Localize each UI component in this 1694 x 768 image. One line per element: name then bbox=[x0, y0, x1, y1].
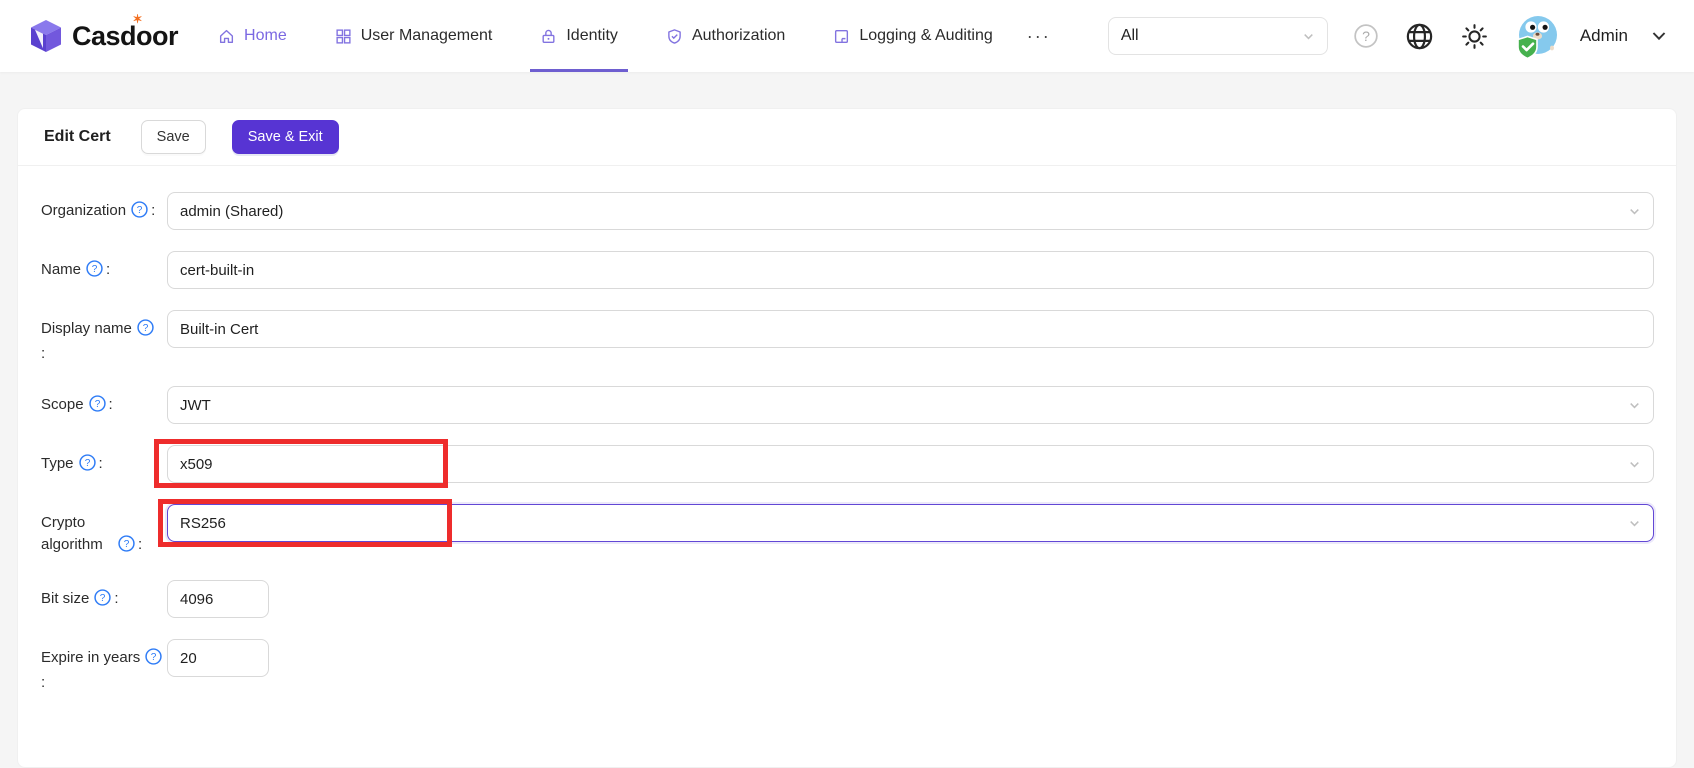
help-circle-icon[interactable]: ? bbox=[131, 201, 148, 225]
field-label-name: Name?: bbox=[41, 251, 167, 284]
help-circle-icon[interactable]: ? bbox=[94, 589, 111, 613]
home-icon bbox=[218, 28, 235, 45]
chevron-down-icon bbox=[1628, 517, 1641, 530]
field-label-scope: Scope?: bbox=[41, 386, 167, 419]
organization-filter-value: All bbox=[1121, 27, 1302, 45]
nav-overflow-ellipsis[interactable]: ··· bbox=[1017, 0, 1061, 72]
help-circle-icon[interactable]: ? bbox=[86, 260, 103, 284]
lock-icon bbox=[540, 28, 557, 45]
svg-text:?: ? bbox=[124, 539, 130, 550]
main-nav: Home User Management Identity bbox=[194, 0, 1061, 72]
help-circle-icon[interactable]: ? bbox=[137, 319, 154, 343]
field-row-type: Type?: x509 bbox=[41, 445, 1654, 483]
chevron-down-icon bbox=[1628, 458, 1641, 471]
nav-label: Home bbox=[244, 27, 287, 45]
field-row-scope: Scope?: JWT bbox=[41, 386, 1654, 424]
help-button[interactable]: ? bbox=[1353, 23, 1379, 49]
top-navbar: Casdoor ✶ Home User Management bbox=[0, 0, 1694, 72]
svg-text:?: ? bbox=[1362, 28, 1370, 44]
field-label-organization: Organization?: bbox=[41, 192, 167, 225]
field-label-expire-in-years: Expire in years?: bbox=[41, 639, 167, 694]
svg-text:?: ? bbox=[151, 652, 157, 663]
save-exit-button[interactable]: Save & Exit bbox=[232, 120, 339, 154]
card-header: Edit Cert Save Save & Exit bbox=[18, 109, 1676, 166]
save-button[interactable]: Save bbox=[141, 120, 206, 154]
expire-in-years-input[interactable] bbox=[167, 639, 269, 677]
field-label-crypto-algorithm: Crypto algorithm?: bbox=[41, 504, 167, 559]
nav-authorization[interactable]: Authorization bbox=[642, 0, 809, 72]
field-row-bit-size: Bit size?: bbox=[41, 580, 1654, 618]
svg-text:?: ? bbox=[137, 205, 143, 216]
crypto-algorithm-select[interactable]: RS256 bbox=[167, 504, 1654, 542]
bit-size-input[interactable] bbox=[167, 580, 269, 618]
edit-cert-card: Edit Cert Save Save & Exit Organization?… bbox=[17, 108, 1677, 768]
field-row-expire-in-years: Expire in years?: bbox=[41, 639, 1654, 694]
help-circle-icon[interactable]: ? bbox=[89, 395, 106, 419]
field-label-display-name: Display name?: bbox=[41, 310, 167, 365]
theme-toggle-button[interactable] bbox=[1460, 22, 1489, 51]
help-circle-icon[interactable]: ? bbox=[145, 648, 162, 672]
nav-label: Logging & Auditing bbox=[859, 27, 992, 45]
grid-icon bbox=[335, 28, 352, 45]
chevron-down-icon bbox=[1302, 30, 1315, 43]
account-menu[interactable]: Admin bbox=[1514, 14, 1668, 58]
field-row-organization: Organization?: admin (Shared) bbox=[41, 192, 1654, 230]
cert-form: Organization?: admin (Shared) Name?: Dis… bbox=[18, 166, 1676, 745]
audit-icon bbox=[833, 28, 850, 45]
logo-star-icon: ✶ bbox=[132, 12, 142, 26]
sun-icon bbox=[1460, 22, 1489, 51]
field-label-type: Type?: bbox=[41, 445, 167, 478]
nav-identity[interactable]: Identity bbox=[516, 0, 642, 72]
field-label-bit-size: Bit size?: bbox=[41, 580, 167, 613]
field-row-display-name: Display name?: bbox=[41, 310, 1654, 365]
type-select[interactable]: x509 bbox=[167, 445, 1654, 483]
nav-user-management[interactable]: User Management bbox=[311, 0, 517, 72]
header-right-cluster: All ? bbox=[1108, 14, 1668, 58]
display-name-input[interactable] bbox=[167, 310, 1654, 348]
language-button[interactable] bbox=[1404, 21, 1435, 52]
svg-text:?: ? bbox=[92, 264, 98, 275]
nav-logging-auditing[interactable]: Logging & Auditing bbox=[809, 0, 1016, 72]
verified-shield-icon bbox=[1518, 37, 1537, 59]
account-name: Admin bbox=[1580, 26, 1628, 46]
nav-label: User Management bbox=[361, 27, 493, 45]
organization-filter-select[interactable]: All bbox=[1108, 17, 1328, 55]
svg-text:?: ? bbox=[100, 593, 106, 604]
chevron-down-icon bbox=[1628, 205, 1641, 218]
nav-label: Authorization bbox=[692, 27, 785, 45]
svg-text:?: ? bbox=[94, 399, 100, 410]
shield-check-icon bbox=[666, 28, 683, 45]
avatar bbox=[1514, 14, 1558, 58]
field-row-crypto-algorithm: Crypto algorithm?: RS256 bbox=[41, 504, 1654, 559]
logo-text: Casdoor ✶ bbox=[72, 21, 178, 52]
svg-text:?: ? bbox=[84, 458, 90, 469]
casdoor-logo[interactable]: Casdoor ✶ bbox=[28, 18, 178, 54]
nav-label: Identity bbox=[566, 27, 618, 45]
svg-text:?: ? bbox=[143, 323, 149, 334]
scope-select[interactable]: JWT bbox=[167, 386, 1654, 424]
help-circle-icon[interactable]: ? bbox=[79, 454, 96, 478]
casdoor-cube-icon bbox=[28, 18, 64, 54]
chevron-down-icon bbox=[1628, 399, 1641, 412]
question-circle-icon: ? bbox=[1353, 23, 1379, 49]
globe-icon bbox=[1404, 21, 1435, 52]
organization-select[interactable]: admin (Shared) bbox=[167, 192, 1654, 230]
page-title: Edit Cert bbox=[44, 128, 111, 146]
name-input[interactable] bbox=[167, 251, 1654, 289]
chevron-down-icon[interactable] bbox=[1650, 27, 1668, 45]
nav-home[interactable]: Home bbox=[194, 0, 311, 72]
field-row-name: Name?: bbox=[41, 251, 1654, 289]
help-circle-icon[interactable]: ? bbox=[118, 535, 135, 559]
